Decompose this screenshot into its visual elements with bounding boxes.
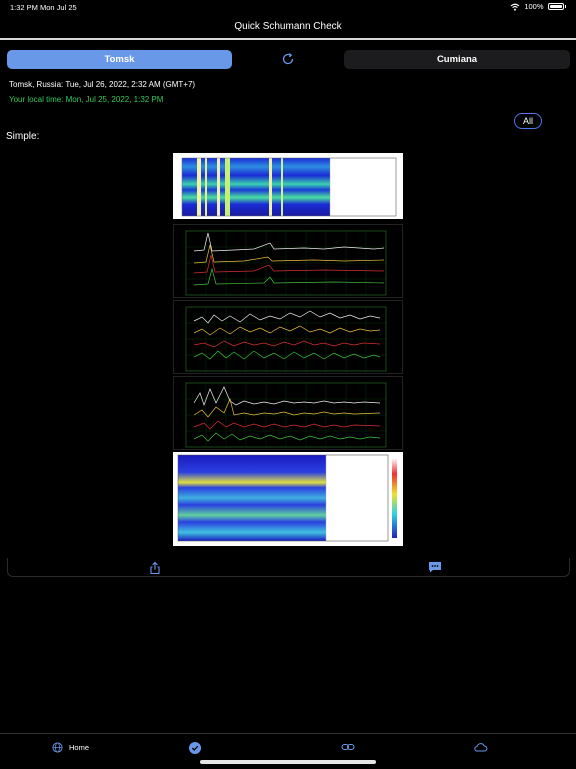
signal-plot-2	[173, 300, 403, 374]
signal-plot-3	[173, 376, 403, 450]
status-time: 1:32 PM	[10, 3, 38, 12]
link-icon	[341, 743, 355, 751]
tab-home[interactable]: Home	[52, 742, 89, 753]
checkmark-icon	[189, 742, 201, 754]
local-time-text: Your local time: Mon, Jul 25, 2022, 1:32…	[9, 95, 164, 104]
battery-icon	[547, 3, 564, 10]
spectrogram-top-graphic	[181, 157, 397, 217]
signal-plot-1-graphic	[185, 230, 387, 296]
signal-plot-3-graphic	[185, 382, 387, 448]
spectrogram-bottom-graphic	[177, 454, 397, 542]
message-icon[interactable]	[427, 560, 443, 574]
battery-tip	[564, 5, 566, 8]
status-bar: 1:32 PM Mon Jul 25 100%	[0, 0, 576, 14]
share-icon[interactable]	[148, 561, 162, 575]
battery-percent: 100%	[524, 2, 544, 11]
tab-home-label: Home	[69, 743, 90, 752]
wifi-icon	[510, 3, 520, 11]
tab-weather[interactable]	[473, 742, 488, 752]
status-right: 100%	[510, 2, 566, 11]
spectrogram-image-top	[173, 153, 403, 219]
tab-links[interactable]	[341, 742, 355, 752]
nav-divider	[0, 38, 576, 40]
nav-bar: Quick Schumann Check	[0, 16, 576, 38]
refresh-icon[interactable]	[280, 51, 296, 67]
page-title: Quick Schumann Check	[234, 21, 342, 32]
status-date: Mon Jul 25	[40, 3, 77, 12]
cumiana-button[interactable]: Cumiana	[344, 50, 570, 69]
tomsk-button[interactable]: Tomsk	[7, 50, 232, 69]
cloud-icon	[474, 743, 488, 752]
globe-icon	[52, 742, 63, 753]
signal-plot-2-graphic	[185, 306, 387, 372]
action-toolbar	[7, 558, 570, 577]
section-label: Simple:	[6, 131, 40, 142]
all-filter-button[interactable]: All	[514, 113, 542, 129]
signal-plot-1	[173, 224, 403, 298]
home-indicator	[200, 760, 376, 764]
location-time-text: Tomsk, Russia: Tue, Jul 26, 2022, 2:32 A…	[9, 80, 196, 89]
spectrogram-image-bottom	[173, 452, 403, 546]
tab-check[interactable]	[189, 742, 201, 754]
